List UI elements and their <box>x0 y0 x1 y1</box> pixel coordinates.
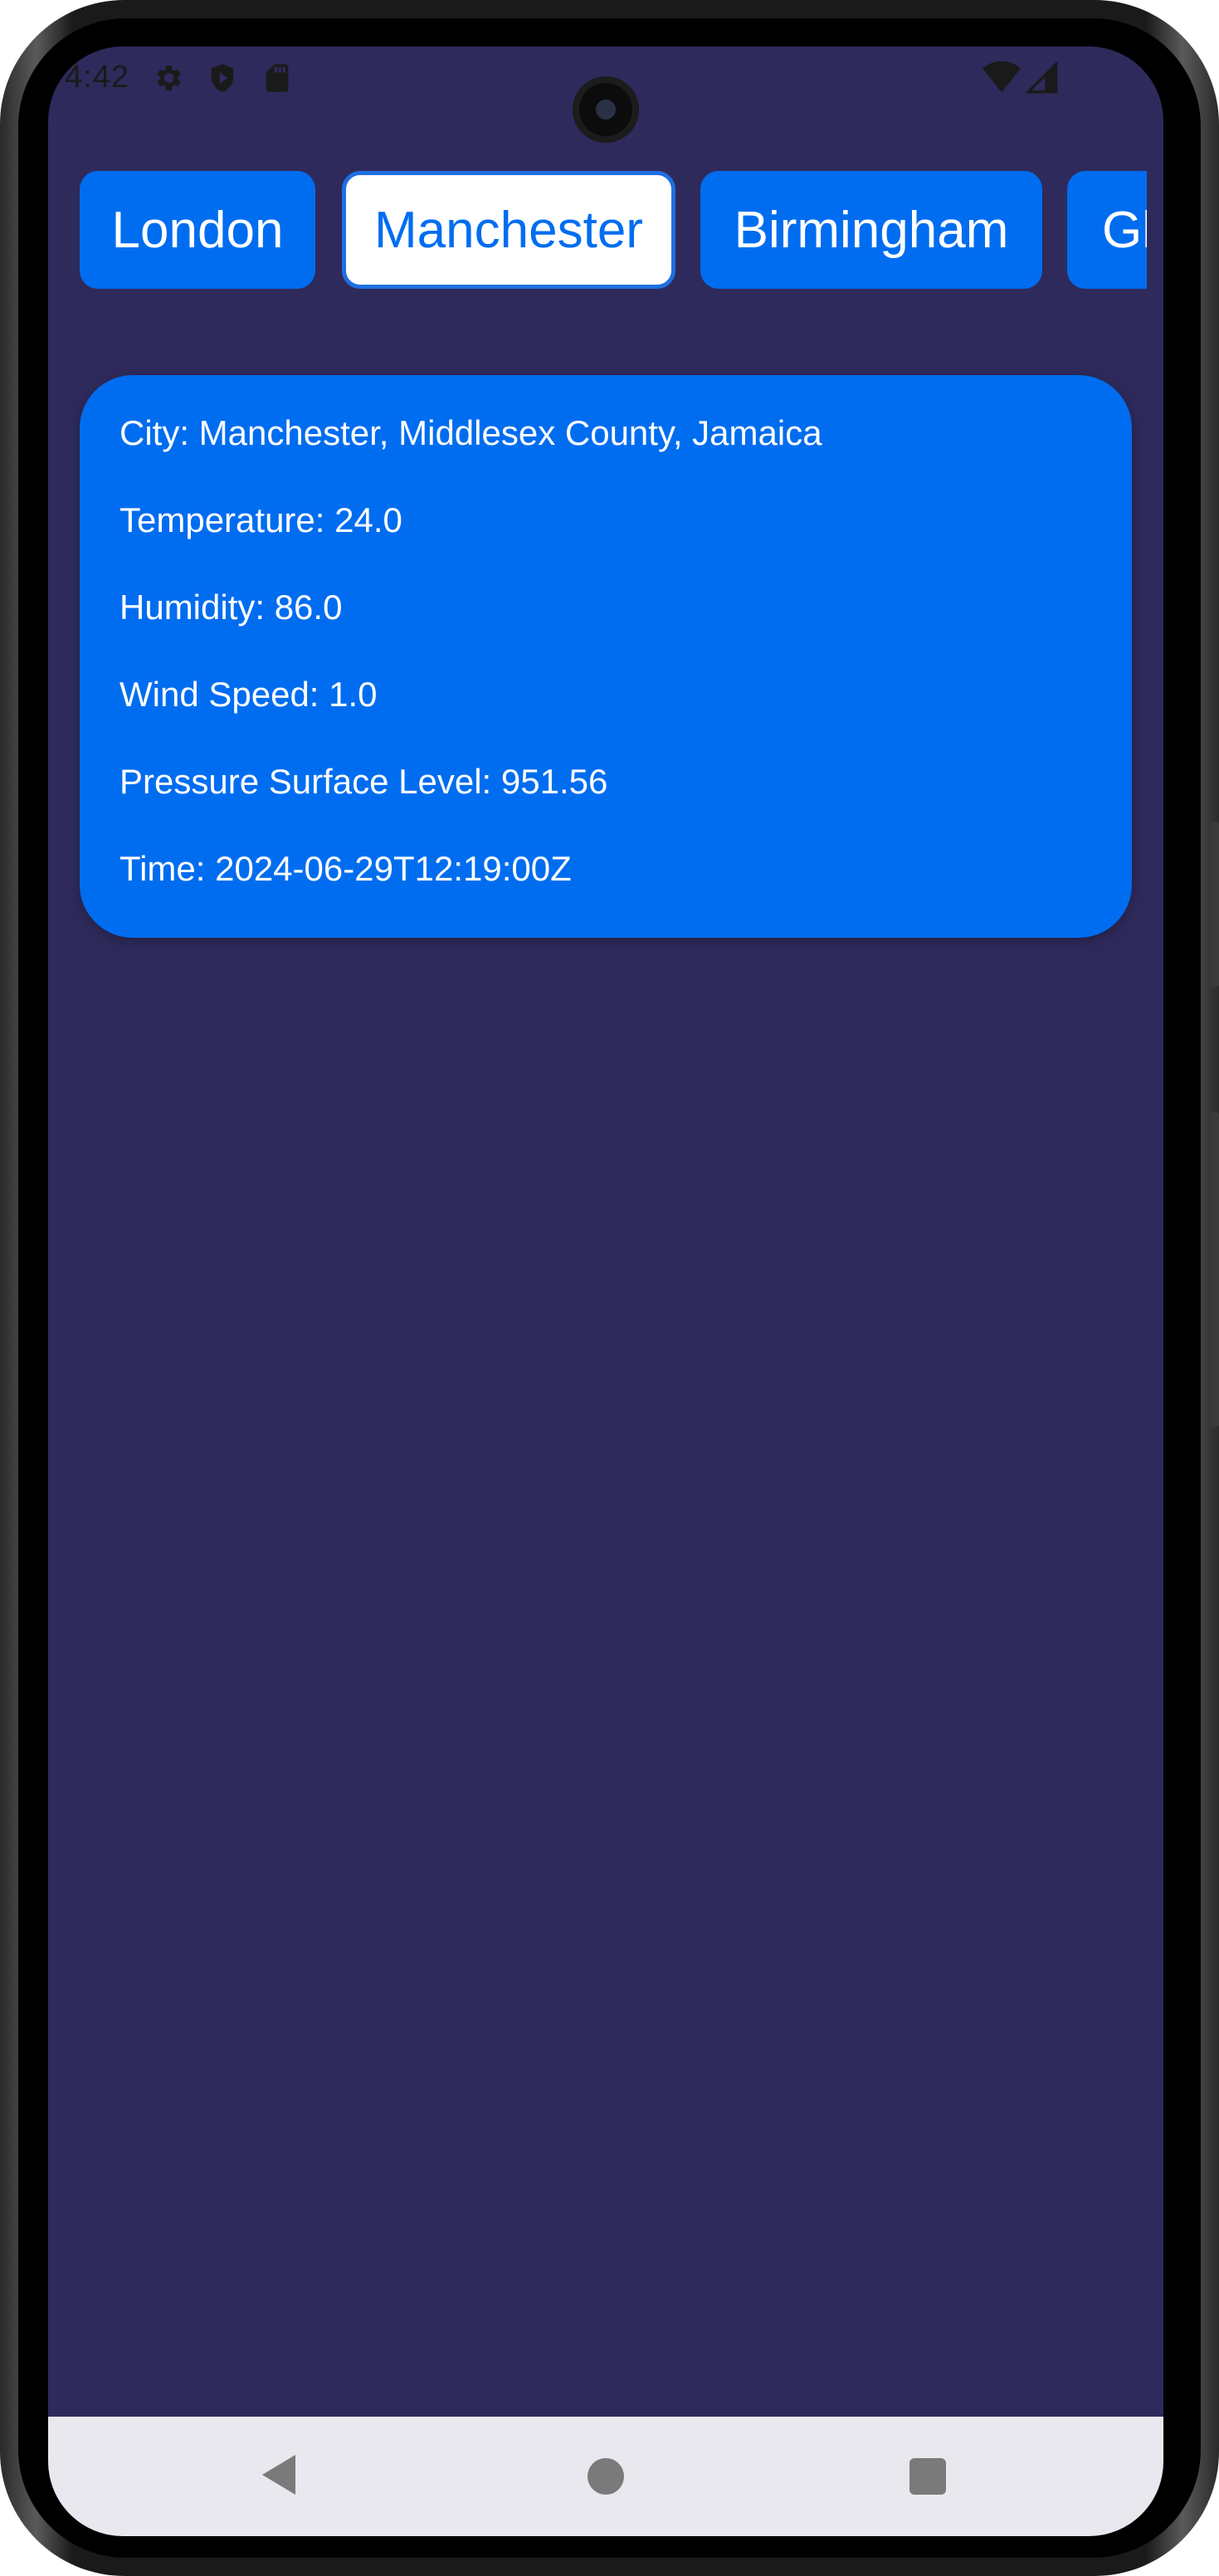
status-time: 4:42 <box>65 60 129 95</box>
gear-icon <box>151 61 184 99</box>
power-button <box>1211 1112 1219 1427</box>
shield-icon <box>206 61 239 99</box>
signal-icon <box>1025 61 1059 99</box>
tab-manchester[interactable]: Manchester <box>342 171 675 289</box>
front-camera <box>573 76 639 143</box>
humidity-text: Humidity: 86.0 <box>119 588 343 627</box>
tab-glasgow[interactable]: Gl <box>1067 171 1147 289</box>
weather-card: City: Manchester, Middlesex County, Jama… <box>80 375 1132 938</box>
tab-birmingham[interactable]: Birmingham <box>700 171 1042 289</box>
recents-icon[interactable] <box>909 2458 946 2495</box>
sd-card-icon <box>261 61 294 99</box>
volume-button <box>1211 822 1219 988</box>
city-tabs: London Manchester Birmingham Gl <box>80 171 1147 289</box>
city-text: City: Manchester, Middlesex County, Jama… <box>119 413 822 452</box>
pressure-text: Pressure Surface Level: 951.56 <box>119 762 608 801</box>
temperature-text: Temperature: 24.0 <box>119 500 402 539</box>
tab-london[interactable]: London <box>80 171 315 289</box>
navigation-bar <box>48 2417 1163 2536</box>
time-text: Time: 2024-06-29T12:19:00Z <box>119 849 572 888</box>
wifi-icon <box>983 61 1021 99</box>
wind-speed-text: Wind Speed: 1.0 <box>119 675 378 714</box>
screen: 4:42 London Manchester Birmingham Gl Cit… <box>48 46 1163 2536</box>
back-icon[interactable] <box>262 2455 295 2495</box>
home-icon[interactable] <box>588 2458 624 2495</box>
